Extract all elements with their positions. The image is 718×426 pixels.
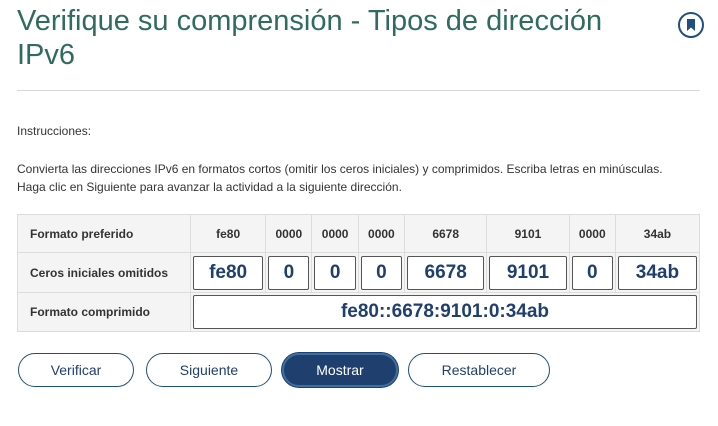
omitted-input-8[interactable]: 34ab [617, 255, 697, 290]
omitted-input-2[interactable]: 0 [268, 255, 310, 290]
row-label-preferred: Formato preferido [17, 214, 191, 253]
ipv6-table: Formato preferido fe80 0000 0000 0000 66… [17, 214, 701, 332]
hextet-cell: 6678 [404, 214, 488, 253]
bookmark-icon [687, 19, 695, 31]
reset-button[interactable]: Restablecer [408, 353, 550, 387]
verify-button[interactable]: Verificar [18, 353, 134, 387]
page-title: Verifique su comprensión - Tipos de dire… [17, 5, 603, 71]
hextet-cell: 0000 [265, 214, 313, 253]
compressed-input[interactable]: fe80::6678:9101:0:34ab [193, 295, 697, 329]
hextet-cell: 34ab [614, 214, 701, 253]
instructions-heading: Instrucciones: [17, 124, 92, 138]
table-row-omitted: Ceros iniciales omitidos fe80 0 0 0 6678… [17, 252, 701, 293]
instructions-text: Convierta las direcciones IPv6 en format… [17, 162, 663, 194]
table-row-preferred: Formato preferido fe80 0000 0000 0000 66… [17, 214, 701, 253]
omitted-input-7[interactable]: 0 [571, 255, 613, 290]
omitted-input-4[interactable]: 0 [360, 255, 403, 290]
next-button[interactable]: Siguiente [146, 353, 272, 387]
header-divider [17, 90, 700, 91]
table-row-compressed: Formato comprimido fe80::6678:9101:0:34a… [17, 292, 700, 332]
hextet-cell: 0000 [357, 214, 406, 253]
hextet-cell: 0000 [311, 214, 359, 253]
omitted-input-5[interactable]: 6678 [407, 255, 485, 290]
hextet-cell: fe80 [189, 214, 267, 253]
omitted-input-6[interactable]: 9101 [489, 255, 567, 290]
omitted-input-1[interactable]: fe80 [193, 255, 264, 290]
bookmark-button[interactable] [678, 12, 704, 38]
row-label-omitted: Ceros iniciales omitidos [17, 252, 191, 293]
hextet-cell: 9101 [486, 214, 570, 253]
row-label-compressed: Formato comprimido [17, 292, 191, 332]
show-button[interactable]: Mostrar [282, 353, 398, 387]
omitted-input-3[interactable]: 0 [314, 255, 356, 290]
hextet-cell: 0000 [568, 214, 616, 253]
